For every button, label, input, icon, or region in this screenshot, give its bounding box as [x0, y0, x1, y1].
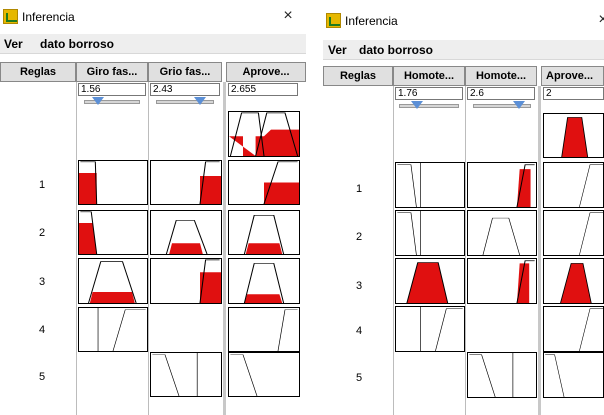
- rule-label: 3: [355, 280, 363, 292]
- close-icon[interactable]: ×: [278, 6, 298, 26]
- header-reglas[interactable]: Reglas: [0, 62, 76, 82]
- rule-label: 3: [38, 276, 46, 288]
- input-2-value[interactable]: 2.43: [150, 83, 220, 96]
- input-1-value[interactable]: 1.56: [78, 83, 146, 96]
- header-output[interactable]: Aprove...: [226, 62, 306, 82]
- aggregate-output-plot: [228, 111, 300, 157]
- header-reglas[interactable]: Reglas: [323, 66, 393, 86]
- rule-label: 1: [38, 179, 46, 191]
- rule-3-input-1-plot: [395, 258, 465, 304]
- rule-1-input-1-plot: [78, 160, 148, 205]
- window-title: Inferencia: [345, 14, 398, 28]
- input-1-value[interactable]: 1.76: [395, 87, 463, 100]
- menu-dato-borroso[interactable]: dato borroso: [40, 37, 114, 51]
- rule-3-output-plot: [228, 258, 300, 304]
- rule-1-input-1-plot: [395, 162, 465, 208]
- rule-2-input-1-plot: [395, 210, 465, 256]
- rule-1-input-2-plot: [467, 162, 537, 208]
- rule-label: 4: [38, 324, 46, 336]
- menu-dato-borroso[interactable]: dato borroso: [359, 43, 433, 57]
- rule-label: 4: [355, 325, 363, 337]
- header-input-1[interactable]: Giro fas...: [76, 62, 148, 82]
- slider-knob-icon[interactable]: [194, 97, 206, 105]
- input-1-slider[interactable]: [399, 101, 459, 111]
- title-bar: Inferencia ×: [323, 0, 604, 34]
- rules-table: Reglas Homote... Homote... Aprove... 1.7…: [323, 59, 604, 415]
- input-1-slider[interactable]: [84, 97, 140, 107]
- header-input-2[interactable]: Homote...: [465, 66, 537, 86]
- inference-window-2: Inferencia × Ver dato borroso Reglas Hom…: [323, 0, 604, 415]
- rule-2-input-2-plot: [150, 210, 222, 255]
- slider-knob-icon[interactable]: [411, 101, 423, 109]
- rule-4-output-plot: [543, 306, 604, 352]
- rule-4-output-plot: [228, 307, 300, 352]
- header-output[interactable]: Aprove...: [541, 66, 604, 86]
- close-icon[interactable]: ×: [593, 10, 604, 30]
- rule-5-input-2-plot: [467, 352, 537, 398]
- rule-1-output-plot: [543, 162, 604, 208]
- aggregate-output-plot: [543, 113, 604, 158]
- rule-2-output-plot: [228, 210, 300, 255]
- header-input-2[interactable]: Grio fas...: [148, 62, 222, 82]
- rule-5-output-plot: [228, 352, 300, 397]
- rule-4-input-1-plot: [395, 306, 465, 352]
- window-title: Inferencia: [22, 10, 75, 24]
- input-2-value[interactable]: 2.6: [467, 87, 535, 100]
- app-icon: [326, 13, 341, 28]
- rule-1-input-2-plot: [150, 160, 222, 205]
- rule-2-input-2-plot: [467, 210, 537, 256]
- rule-5-input-2-plot: [150, 352, 222, 397]
- menu-bar: Ver dato borroso: [323, 40, 604, 60]
- rule-label: 1: [355, 183, 363, 195]
- rule-3-input-1-plot: [78, 258, 148, 304]
- app-icon: [3, 9, 18, 24]
- rule-3-input-2-plot: [150, 258, 222, 304]
- rule-4-input-1-plot: [78, 307, 148, 352]
- rule-3-output-plot: [543, 258, 604, 304]
- slider-knob-icon[interactable]: [92, 97, 104, 105]
- rule-label: 2: [38, 227, 46, 239]
- input-2-slider[interactable]: [473, 101, 531, 111]
- output-value: 2: [543, 87, 604, 100]
- rule-2-input-1-plot: [78, 210, 148, 255]
- slider-knob-icon[interactable]: [513, 101, 525, 109]
- rule-label: 5: [38, 371, 46, 383]
- input-2-slider[interactable]: [156, 97, 214, 107]
- rule-5-output-plot: [543, 352, 604, 398]
- rule-label: 5: [355, 372, 363, 384]
- inference-window-1: Inferencia × Ver dato borroso Reglas Gir…: [0, 0, 306, 415]
- output-value: 2.655: [228, 83, 298, 96]
- rules-table: Reglas Giro fas... Grio fas... Aprove...…: [0, 55, 306, 415]
- title-bar: Inferencia ×: [0, 0, 306, 34]
- rule-label: 2: [355, 231, 363, 243]
- rule-1-output-plot: [228, 160, 300, 205]
- rule-2-output-plot: [543, 210, 604, 256]
- header-input-1[interactable]: Homote...: [393, 66, 465, 86]
- menu-ver[interactable]: Ver: [328, 43, 347, 57]
- menu-ver[interactable]: Ver: [4, 37, 23, 51]
- menu-bar: Ver dato borroso: [0, 34, 306, 54]
- rule-3-input-2-plot: [467, 258, 537, 304]
